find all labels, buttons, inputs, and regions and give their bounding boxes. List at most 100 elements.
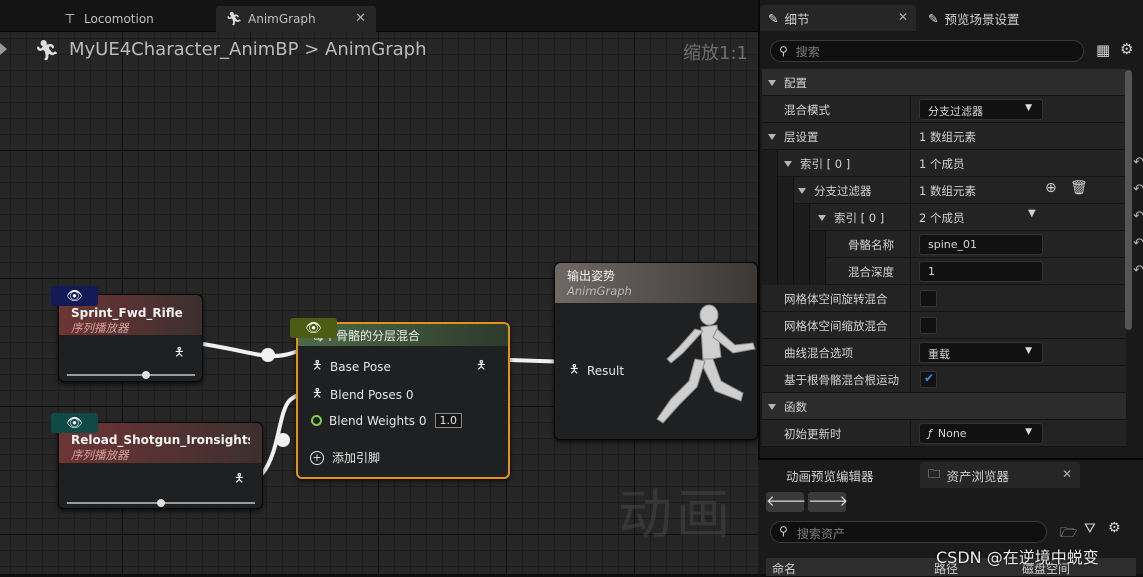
curve-blend-dropdown[interactable]: 重载 ▼ xyxy=(919,342,1043,363)
sequence-player-node-reload[interactable]: Reload_Shotgun_Ironsights 序列播放器 🯅 xyxy=(58,422,263,509)
slider-knob[interactable] xyxy=(157,499,165,507)
asset-search-input[interactable]: ⚲ 搜索资产 xyxy=(770,521,1047,543)
wire-sprint-base xyxy=(202,342,307,359)
playback-slider[interactable] xyxy=(67,499,255,507)
close-icon[interactable]: ✕ xyxy=(355,11,366,26)
back-button[interactable]: 🡐 xyxy=(766,492,806,512)
running-man-icon: 🏃︎ xyxy=(225,11,243,27)
tab-label: Locomotion xyxy=(84,12,154,26)
tab-anim-preview-editor[interactable]: 动画预览编辑器 xyxy=(758,462,916,488)
tab-locomotion[interactable]: ⊤ Locomotion xyxy=(52,6,212,32)
close-icon[interactable]: ✕ xyxy=(1062,467,1072,481)
tab-label: 细节 xyxy=(784,11,810,27)
property-label: 骨骼名称 xyxy=(848,238,894,252)
layered-blend-per-bone-node[interactable]: 每个骨骼的分层混合 🯅 Base Pose 🯅 🯅 Blend Poses 0 Bl… xyxy=(296,322,510,479)
details-scrollbar[interactable] xyxy=(1125,70,1132,330)
details-search-input[interactable]: ⚲ 搜索 xyxy=(770,40,1084,62)
tab-details[interactable]: ✎ 细节 ✕ xyxy=(760,5,916,31)
sequence-player-node-sprint[interactable]: Sprint_Fwd_Rifle 序列播放器 🯅 xyxy=(58,294,203,382)
blend-weights-pin[interactable]: Blend Weights 0 1.0 xyxy=(311,413,462,428)
blend-poses-pin[interactable]: 🯅 Blend Poses 0 xyxy=(312,384,413,405)
property-index-0-filter[interactable]: 索引 [ 0 ] 2 个成员 ▼ ↶ xyxy=(762,204,1143,231)
property-value: 1 个成员 xyxy=(919,157,965,171)
add-icon: + xyxy=(310,450,324,465)
property-label: 网格体空间缩放混合 xyxy=(784,319,888,333)
mesh-scale-checkbox[interactable] xyxy=(920,317,937,334)
pencil-icon: ✎ xyxy=(928,10,939,26)
property-label: 索引 [ 0 ] xyxy=(800,157,851,171)
chevron-down-icon[interactable]: ▼ xyxy=(1028,208,1036,219)
float-pin-icon xyxy=(311,415,322,426)
output-pose-pin[interactable]: 🯅 xyxy=(234,469,252,490)
property-branch-filters[interactable]: 分支过滤器 1 数组元素 ⊕ 🗑︎ ↶ xyxy=(762,177,1143,204)
expand-arrow-icon xyxy=(798,188,806,194)
close-icon[interactable]: ✕ xyxy=(898,10,908,24)
output-pose-pin[interactable]: 🯅 xyxy=(174,343,192,364)
result-pin[interactable]: 🯅 Result xyxy=(569,360,624,381)
trash-icon[interactable]: 🗑︎ xyxy=(1070,180,1088,196)
blend-weight-input[interactable]: 1.0 xyxy=(434,413,462,428)
reset-icon[interactable]: ↶ xyxy=(1133,263,1143,278)
pin-label: Base Pose xyxy=(330,359,391,374)
folder-search-icon: 🗀︎ xyxy=(928,465,941,481)
reset-icon[interactable]: ↶ xyxy=(1133,236,1143,251)
input-value: 1 xyxy=(928,265,935,278)
property-mesh-space-rotation-blend: 网格体空间旋转混合 xyxy=(762,285,1126,312)
search-placeholder: 搜索 xyxy=(795,44,820,59)
bone-name-input[interactable]: spine_01 xyxy=(919,234,1043,255)
anim-graph-canvas[interactable]: 🏃︎ MyUE4Character_AnimBP > AnimGraph 缩放1… xyxy=(0,32,758,574)
tab-preview-scene-settings[interactable]: ✎ 预览场景设置 xyxy=(920,5,1100,31)
gear-icon[interactable]: ⚙ xyxy=(1120,40,1133,58)
reset-icon[interactable]: ↶ xyxy=(1133,155,1143,170)
graph-watermark: 动画 xyxy=(618,483,734,546)
property-blend-mode: 混合模式 分支过滤器 ▼ xyxy=(762,96,1126,123)
slider-knob[interactable] xyxy=(142,371,150,379)
filter-icon[interactable]: ⛛ xyxy=(1084,521,1096,537)
eye-icon[interactable]: 👁︎ xyxy=(51,286,98,306)
add-pin-button[interactable]: + 添加引脚 xyxy=(310,449,380,466)
pin-label: Result xyxy=(587,363,625,378)
tab-label: AnimGraph xyxy=(248,12,316,26)
reset-icon[interactable]: ↶ xyxy=(1133,209,1143,224)
csdn-watermark: CSDN @在逆境中蜕变 xyxy=(936,548,1099,567)
playback-slider[interactable] xyxy=(67,371,195,379)
category-config[interactable]: 配置 xyxy=(762,69,1126,96)
running-mannequin-icon xyxy=(656,304,756,424)
table-view-icon[interactable]: ▦ xyxy=(1096,41,1110,59)
tab-asset-browser[interactable]: 🗀︎ 资产浏览器 ✕ xyxy=(920,462,1080,488)
reset-icon[interactable]: ↶ xyxy=(1133,182,1143,197)
add-pin-label: 添加引脚 xyxy=(332,451,381,465)
property-index-0[interactable]: 索引 [ 0 ] 1 个成员 ↶ xyxy=(762,150,1143,177)
blend-mode-dropdown[interactable]: 分支过滤器 ▼ xyxy=(919,99,1043,120)
mesh-rotation-checkbox[interactable] xyxy=(920,290,937,307)
chevron-down-icon: ▼ xyxy=(1025,103,1032,113)
initial-update-dropdown[interactable]: ƒ None ▼ xyxy=(919,423,1043,444)
blend-depth-input[interactable]: 1 xyxy=(919,261,1043,282)
property-layer-setup[interactable]: 层设置 1 数组元素 xyxy=(762,123,1126,150)
output-pose-pin[interactable]: 🯅 xyxy=(476,356,494,377)
property-mesh-space-scale-blend: 网格体空间缩放混合 xyxy=(762,312,1126,339)
eye-icon[interactable]: 👁︎ xyxy=(290,318,337,338)
output-pose-node[interactable]: 输出姿势 AnimGraph 🯅 Result xyxy=(554,262,758,440)
node-title: 每个骨骼的分层混合 xyxy=(312,329,421,343)
search-icon: ⚲ xyxy=(779,44,788,58)
root-motion-checkbox[interactable]: ✔ xyxy=(920,371,937,388)
expand-arrow-icon xyxy=(768,80,776,86)
pose-pin-icon: 🯅 xyxy=(174,345,185,359)
column-name[interactable]: 命名 xyxy=(772,560,796,577)
tab-animgraph[interactable]: 🏃︎ AnimGraph ✕ xyxy=(216,6,376,32)
folder-icon[interactable]: 🗁︎ xyxy=(1060,522,1077,546)
node-title: 输出姿势 xyxy=(567,269,616,283)
node-title: Reload_Shotgun_Ironsights xyxy=(71,433,250,447)
base-pose-pin[interactable]: 🯅 Base Pose xyxy=(312,356,391,377)
pin-label: Blend Weights 0 xyxy=(329,413,427,428)
category-functions[interactable]: 函数 xyxy=(762,393,1126,420)
property-label: 网格体空间旋转混合 xyxy=(784,292,888,306)
gear-icon[interactable]: ⚙ xyxy=(1108,520,1121,536)
dropdown-value: None xyxy=(937,427,967,440)
pose-pin-icon: 🯅 xyxy=(234,471,245,485)
tab-label: 预览场景设置 xyxy=(944,11,1020,27)
eye-icon[interactable]: 👁︎ xyxy=(51,413,98,433)
add-element-icon[interactable]: ⊕ xyxy=(1045,180,1057,196)
forward-button[interactable]: 🡒 xyxy=(808,492,848,512)
